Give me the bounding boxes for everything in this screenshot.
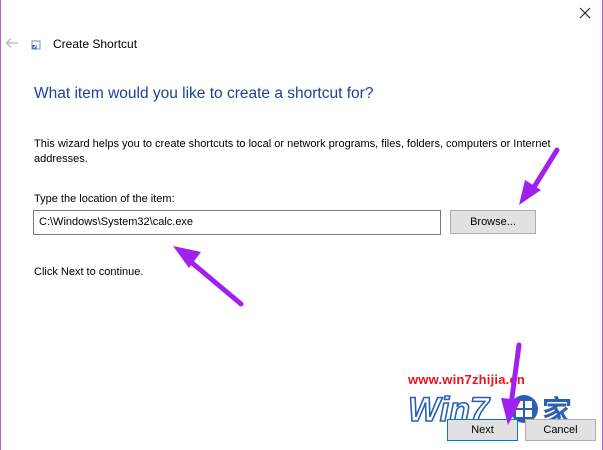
window-title: Create Shortcut bbox=[53, 37, 138, 51]
location-input[interactable]: C:\Windows\System32\calc.exe bbox=[33, 210, 441, 235]
watermark-url: www.win7zhijia.cn bbox=[408, 372, 526, 387]
continue-hint: Click Next to continue. bbox=[34, 266, 144, 278]
back-button[interactable] bbox=[3, 34, 21, 52]
browse-button[interactable]: Browse... bbox=[450, 210, 536, 234]
close-button[interactable] bbox=[572, 2, 598, 24]
location-label: Type the location of the item: bbox=[34, 193, 175, 205]
wizard-description: This wizard helps you to create shortcut… bbox=[34, 138, 551, 165]
cancel-button[interactable]: Cancel bbox=[525, 419, 596, 441]
arrow-to-input bbox=[173, 246, 244, 307]
create-shortcut-window: Create Shortcut What item would you like… bbox=[0, 0, 603, 450]
close-icon bbox=[579, 7, 591, 19]
wizard-heading: What item would you like to create a sho… bbox=[34, 85, 374, 102]
back-arrow-icon bbox=[5, 38, 18, 48]
shortcut-icon bbox=[31, 40, 41, 50]
next-button[interactable]: Next bbox=[447, 419, 518, 441]
